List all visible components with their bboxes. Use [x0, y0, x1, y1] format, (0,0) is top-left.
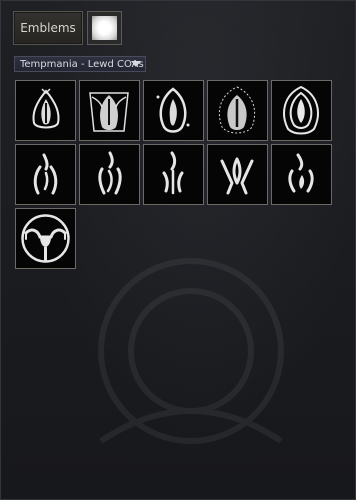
background-watermark: [98, 258, 284, 444]
emblem-5-icon: [283, 85, 319, 135]
emblem-tile-11[interactable]: [15, 208, 76, 269]
emblem-tile-9[interactable]: [207, 144, 268, 205]
chevron-down-icon: [131, 61, 141, 67]
emblem-color-swatch[interactable]: [87, 11, 122, 45]
emblem-tile-4[interactable]: [207, 80, 268, 141]
emblem-tile-8[interactable]: [143, 144, 204, 205]
emblems-tab-label: Emblems: [20, 21, 76, 35]
emblem-9-icon: [220, 157, 254, 195]
emblem-8-icon: [162, 151, 184, 195]
emblem-6-icon: [33, 153, 58, 195]
emblem-tile-5[interactable]: [271, 80, 332, 141]
emblem-3-icon: [156, 87, 190, 133]
emblem-1-icon: [32, 88, 60, 129]
emblem-tile-1[interactable]: [15, 80, 76, 141]
emblems-tab-button[interactable]: Emblems: [13, 11, 83, 45]
emblem-source-dropdown[interactable]: Tempmania - Lewd COAs: [14, 56, 146, 72]
emblem-4-icon: [218, 86, 256, 134]
emblem-tile-3[interactable]: [143, 80, 204, 141]
emblem-tile-6[interactable]: [15, 144, 76, 205]
emblem-10-icon: [288, 153, 314, 193]
emblem-tile-10[interactable]: [271, 144, 332, 205]
emblem-panel: Emblems Tempmania - Lewd COAs: [0, 0, 356, 500]
dropdown-selected-value: Tempmania - Lewd COAs: [20, 58, 144, 70]
emblem-tile-2[interactable]: [79, 80, 140, 141]
emblem-7-icon: [98, 151, 122, 195]
emblem-tile-7[interactable]: [79, 144, 140, 205]
emblem-2-icon: [89, 92, 129, 132]
swatch-preview: [92, 16, 117, 40]
emblem-11-icon: [21, 214, 70, 263]
